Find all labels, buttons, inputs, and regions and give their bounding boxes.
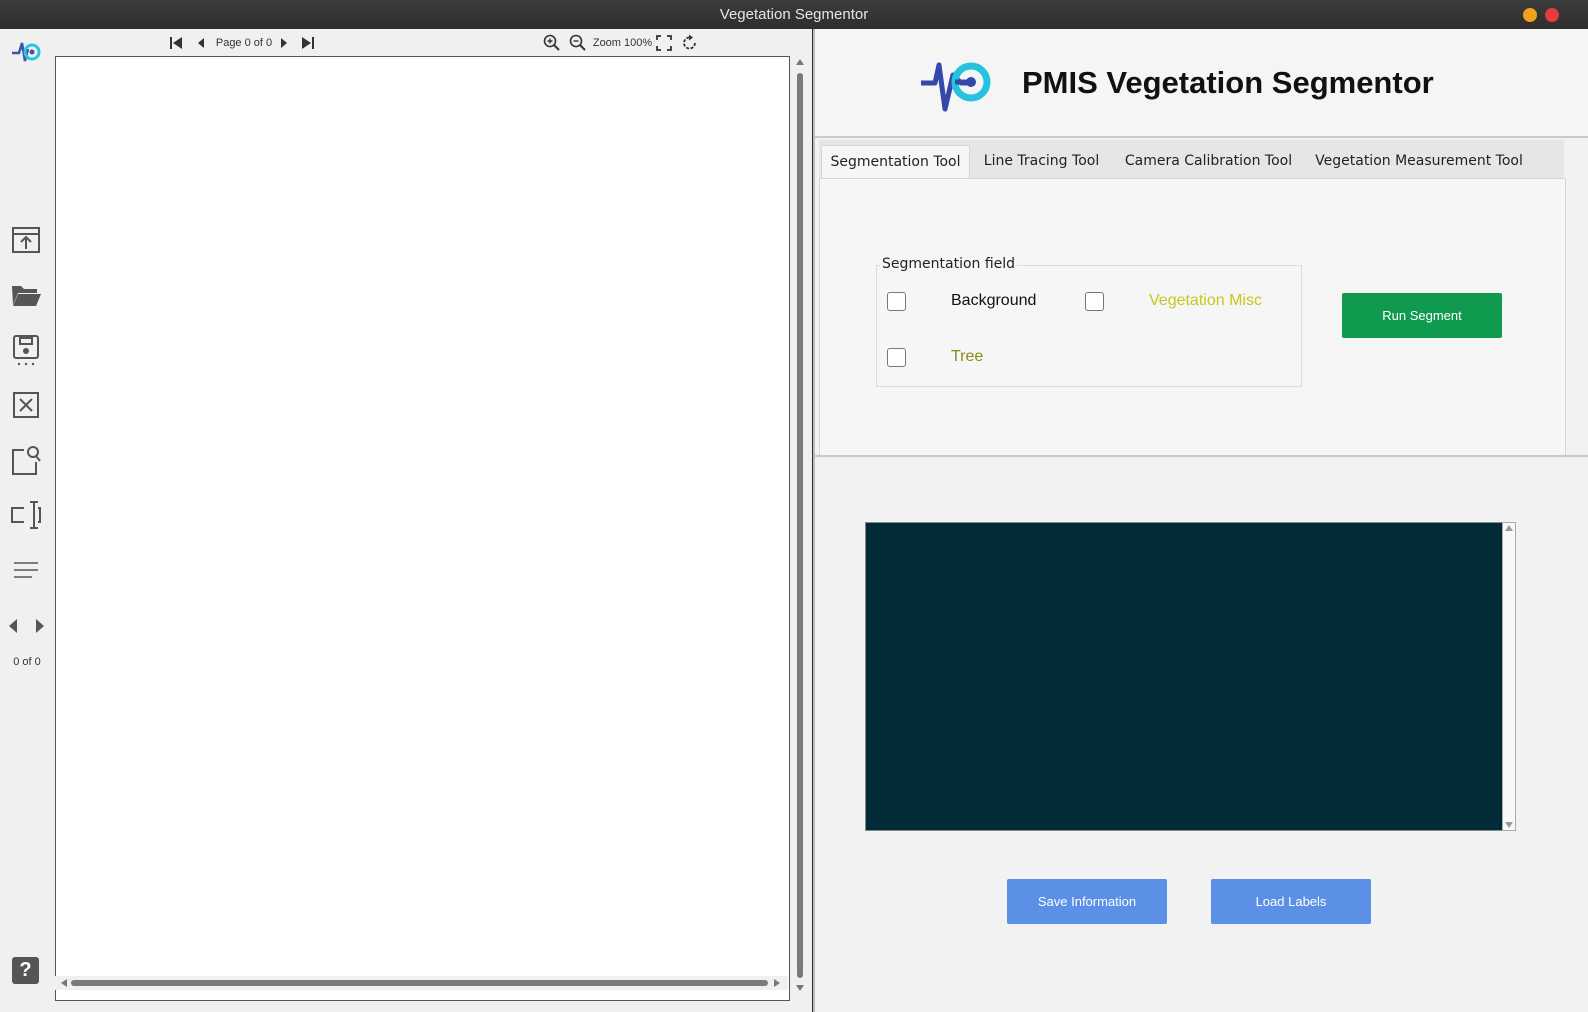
- tab-vegetation-measurement-tool[interactable]: Vegetation Measurement Tool: [1311, 145, 1527, 178]
- output-text-area[interactable]: [865, 522, 1504, 831]
- first-page-icon[interactable]: [168, 34, 184, 52]
- next-page-icon[interactable]: [278, 34, 290, 52]
- segmentation-tab-content: Segmentation field Background Vegetation…: [819, 178, 1566, 457]
- output-scrollbar[interactable]: [1502, 522, 1516, 831]
- tab-bar: Segmentation Tool Line Tracing Tool Came…: [819, 140, 1564, 179]
- rotate-icon[interactable]: [681, 34, 699, 52]
- previous-page-icon[interactable]: [195, 34, 207, 52]
- tree-label: Tree: [951, 348, 984, 365]
- tab-segmentation-tool[interactable]: Segmentation Tool: [821, 145, 970, 179]
- window-title-bar: Vegetation Segmentor: [0, 0, 1588, 29]
- save-information-button[interactable]: Save Information: [1007, 879, 1167, 924]
- background-checkbox[interactable]: [887, 292, 906, 311]
- zoom-in-icon[interactable]: [543, 34, 561, 52]
- zoom-level: Zoom 100%: [592, 37, 653, 49]
- close-file-icon[interactable]: [10, 389, 42, 421]
- help-icon[interactable]: ?: [12, 957, 39, 984]
- folder-icon[interactable]: [10, 279, 42, 311]
- page-counter: 0 of 0: [13, 656, 41, 668]
- run-segment-button[interactable]: Run Segment: [1342, 293, 1502, 338]
- tab-line-tracing-tool[interactable]: Line Tracing Tool: [974, 145, 1109, 178]
- next-page-icon[interactable]: [36, 619, 44, 633]
- vegetation-misc-label: Vegetation Misc: [1149, 292, 1262, 309]
- tab-camera-calibration-tool[interactable]: Camera Calibration Tool: [1121, 145, 1296, 178]
- vertical-scrollbar[interactable]: [793, 56, 807, 999]
- tree-checkbox[interactable]: [887, 348, 906, 367]
- viewer-toolbar: Page 0 of 0 Zoom 100%: [54, 29, 812, 56]
- minimize-button[interactable]: [1523, 8, 1537, 22]
- background-label: Background: [951, 292, 1037, 309]
- vegetation-misc-checkbox[interactable]: [1085, 292, 1104, 311]
- search-document-icon[interactable]: [10, 444, 42, 476]
- open-file-icon[interactable]: [10, 224, 42, 256]
- page-indicator: Page 0 of 0: [215, 37, 273, 49]
- app-logo-icon: [10, 36, 42, 68]
- document-canvas[interactable]: [55, 56, 790, 1001]
- sidebar: 0 of 0 ?: [0, 29, 54, 1012]
- prev-page-icon[interactable]: [9, 619, 17, 633]
- menu-lines-icon[interactable]: [10, 554, 42, 586]
- app-title: PMIS Vegetation Segmentor: [1022, 65, 1434, 100]
- app-header: PMIS Vegetation Segmentor: [815, 29, 1588, 138]
- fit-page-icon[interactable]: [655, 34, 673, 52]
- section-divider: [815, 455, 1588, 457]
- tool-panel: PMIS Vegetation Segmentor Segmentation T…: [813, 29, 1588, 1012]
- horizontal-scrollbar[interactable]: [55, 976, 788, 990]
- window-title: Vegetation Segmentor: [719, 6, 869, 23]
- save-icon[interactable]: [10, 334, 42, 366]
- last-page-icon[interactable]: [300, 34, 316, 52]
- pmis-logo-icon: [919, 49, 995, 113]
- document-viewer: Page 0 of 0 Zoom 100%: [54, 29, 812, 1012]
- text-select-icon[interactable]: [10, 499, 42, 531]
- segmentation-field-legend: Segmentation field: [880, 256, 1018, 272]
- zoom-out-icon[interactable]: [569, 34, 587, 52]
- segmentation-field-group: [876, 265, 1302, 387]
- close-button[interactable]: [1545, 8, 1559, 22]
- load-labels-button[interactable]: Load Labels: [1211, 879, 1371, 924]
